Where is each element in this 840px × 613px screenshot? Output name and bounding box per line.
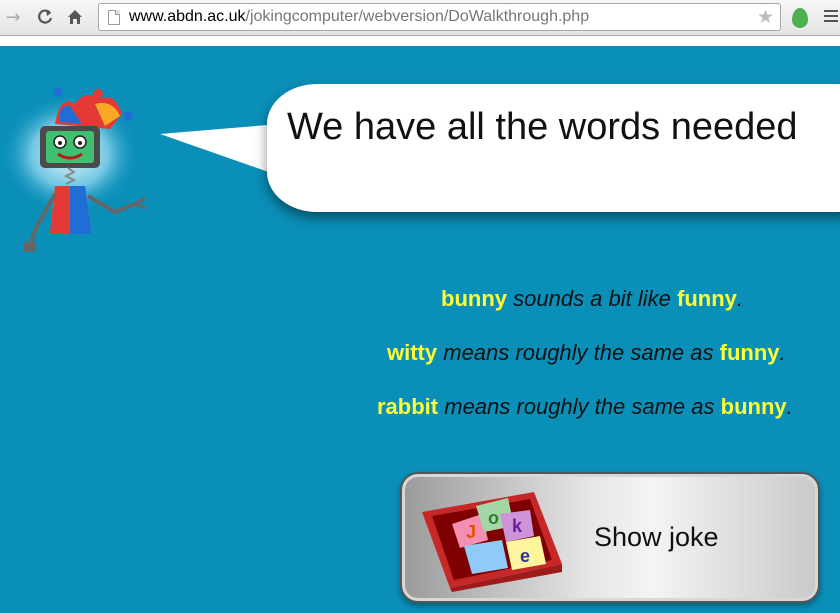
fact-relation: means roughly the same as <box>443 340 714 365</box>
hamburger-menu-icon[interactable] <box>824 10 840 25</box>
address-bar[interactable]: www.abdn.ac.uk/jokingcomputer/webversion… <box>98 3 781 31</box>
joke-letter-j: J <box>466 522 476 542</box>
show-joke-label: Show joke <box>594 522 719 552</box>
speech-bubble-text: We have all the words needed <box>287 106 798 148</box>
fact-word-b: funny <box>719 340 780 365</box>
page-icon <box>108 9 120 25</box>
speech-bubble: We have all the words needed <box>160 76 840 226</box>
home-icon[interactable] <box>64 6 86 28</box>
show-joke-button[interactable]: J o k e Show joke <box>400 472 820 603</box>
page: We have all the words needed bunny sound… <box>0 36 840 613</box>
fact-relation: means roughly the same as <box>444 394 715 419</box>
star-icon[interactable]: ★ <box>757 6 774 28</box>
joke-letter-e: e <box>520 546 530 566</box>
fact-relation: sounds a bit like <box>513 286 671 311</box>
fact-end: . <box>786 394 793 419</box>
fact-end: . <box>736 286 744 311</box>
joke-letter-k: k <box>512 516 523 536</box>
url-host: www.abdn.ac.uk <box>129 8 246 25</box>
joke-puzzle-box-icon: J o k e <box>422 492 562 592</box>
back-arrow-icon[interactable]: → <box>2 6 24 28</box>
fact-line: bunny sounds a bit like funny. <box>441 286 743 312</box>
fact-line: witty means roughly the same as funny. <box>387 340 786 366</box>
joke-letter-o: o <box>488 508 499 528</box>
fact-word-a: witty <box>387 340 438 365</box>
fact-line: rabbit means roughly the same as bunny. <box>377 394 793 420</box>
jester-robot-mascot <box>0 87 147 252</box>
url-text: www.abdn.ac.uk/jokingcomputer/webversion… <box>129 8 589 26</box>
walkthrough-panel: We have all the words needed bunny sound… <box>0 46 840 613</box>
fact-end: . <box>779 340 786 365</box>
fact-word-a: bunny <box>441 286 507 311</box>
url-path: /jokingcomputer/webversion/DoWalkthrough… <box>245 8 590 25</box>
fact-word-b: bunny <box>720 394 787 419</box>
fact-word-a: rabbit <box>377 394 439 419</box>
browser-toolbar: → www.abdn.ac.uk/jokingcomputer/webversi… <box>0 0 840 36</box>
leaf-icon[interactable] <box>792 8 808 28</box>
fact-word-b: funny <box>677 286 737 311</box>
reload-icon[interactable] <box>34 6 56 28</box>
